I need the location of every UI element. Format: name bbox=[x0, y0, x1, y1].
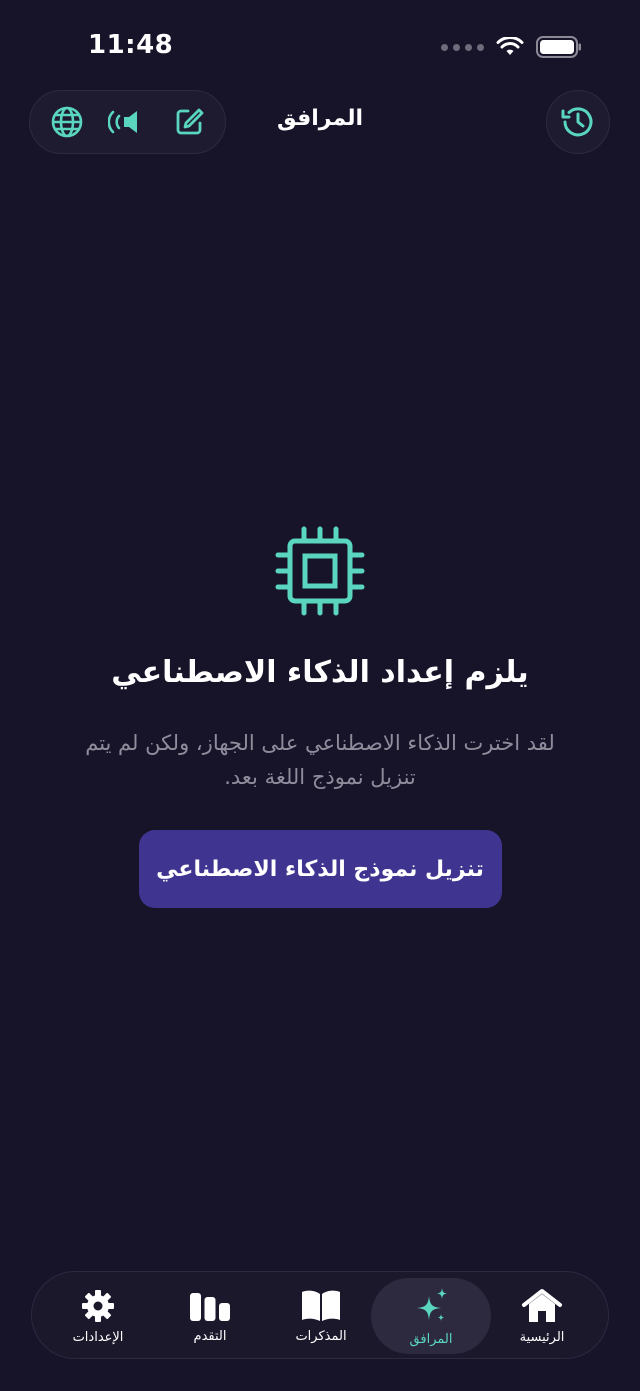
signal-icon bbox=[441, 43, 484, 51]
download-model-button[interactable]: تنزيل نموذج الذكاء الاصطناعي bbox=[138, 830, 502, 908]
empty-state-title: يلزم إعداد الذكاء الاصطناعي bbox=[111, 655, 529, 690]
empty-state-description: لقد اخترت الذكاء الاصطناعي على الجهاز، و… bbox=[85, 731, 555, 789]
wifi-icon bbox=[496, 37, 524, 55]
gear-icon bbox=[82, 1289, 114, 1322]
status-time: 11:48 bbox=[88, 30, 174, 60]
page-title: المرافق bbox=[276, 106, 363, 131]
status-icons bbox=[441, 36, 582, 58]
tab-label: التقدم bbox=[193, 1328, 227, 1344]
tab-settings[interactable]: الإعدادات bbox=[38, 1278, 158, 1354]
history-icon bbox=[561, 107, 593, 137]
tab-progress[interactable]: التقدم bbox=[150, 1278, 270, 1354]
tab-label: المرافق bbox=[409, 1331, 453, 1347]
header: المرافق bbox=[0, 90, 640, 156]
home-icon bbox=[522, 1288, 562, 1322]
tab-label: الرئيسية bbox=[519, 1329, 565, 1345]
tab-companion[interactable]: المرافق bbox=[371, 1278, 491, 1354]
bar-chart-icon bbox=[190, 1292, 230, 1321]
chip-icon bbox=[275, 526, 365, 616]
tab-journals[interactable]: المذكرات bbox=[261, 1278, 381, 1354]
tab-bar: الإعدادات التقدم المذكرات المرافق الرئيس… bbox=[31, 1271, 609, 1359]
history-button[interactable] bbox=[546, 90, 610, 154]
tab-home[interactable]: الرئيسية bbox=[482, 1278, 602, 1354]
tab-label: الإعدادات bbox=[72, 1329, 124, 1345]
book-icon bbox=[302, 1290, 340, 1321]
tab-label: المذكرات bbox=[295, 1328, 347, 1344]
chip-icon-wrap bbox=[0, 525, 640, 617]
battery-icon bbox=[536, 36, 581, 58]
status-bar: 11:48 bbox=[0, 0, 640, 90]
ai-setup-empty-state: يلزم إعداد الذكاء الاصطناعي لقد اخترت ال… bbox=[0, 525, 640, 908]
sparkles-icon bbox=[417, 1287, 447, 1321]
